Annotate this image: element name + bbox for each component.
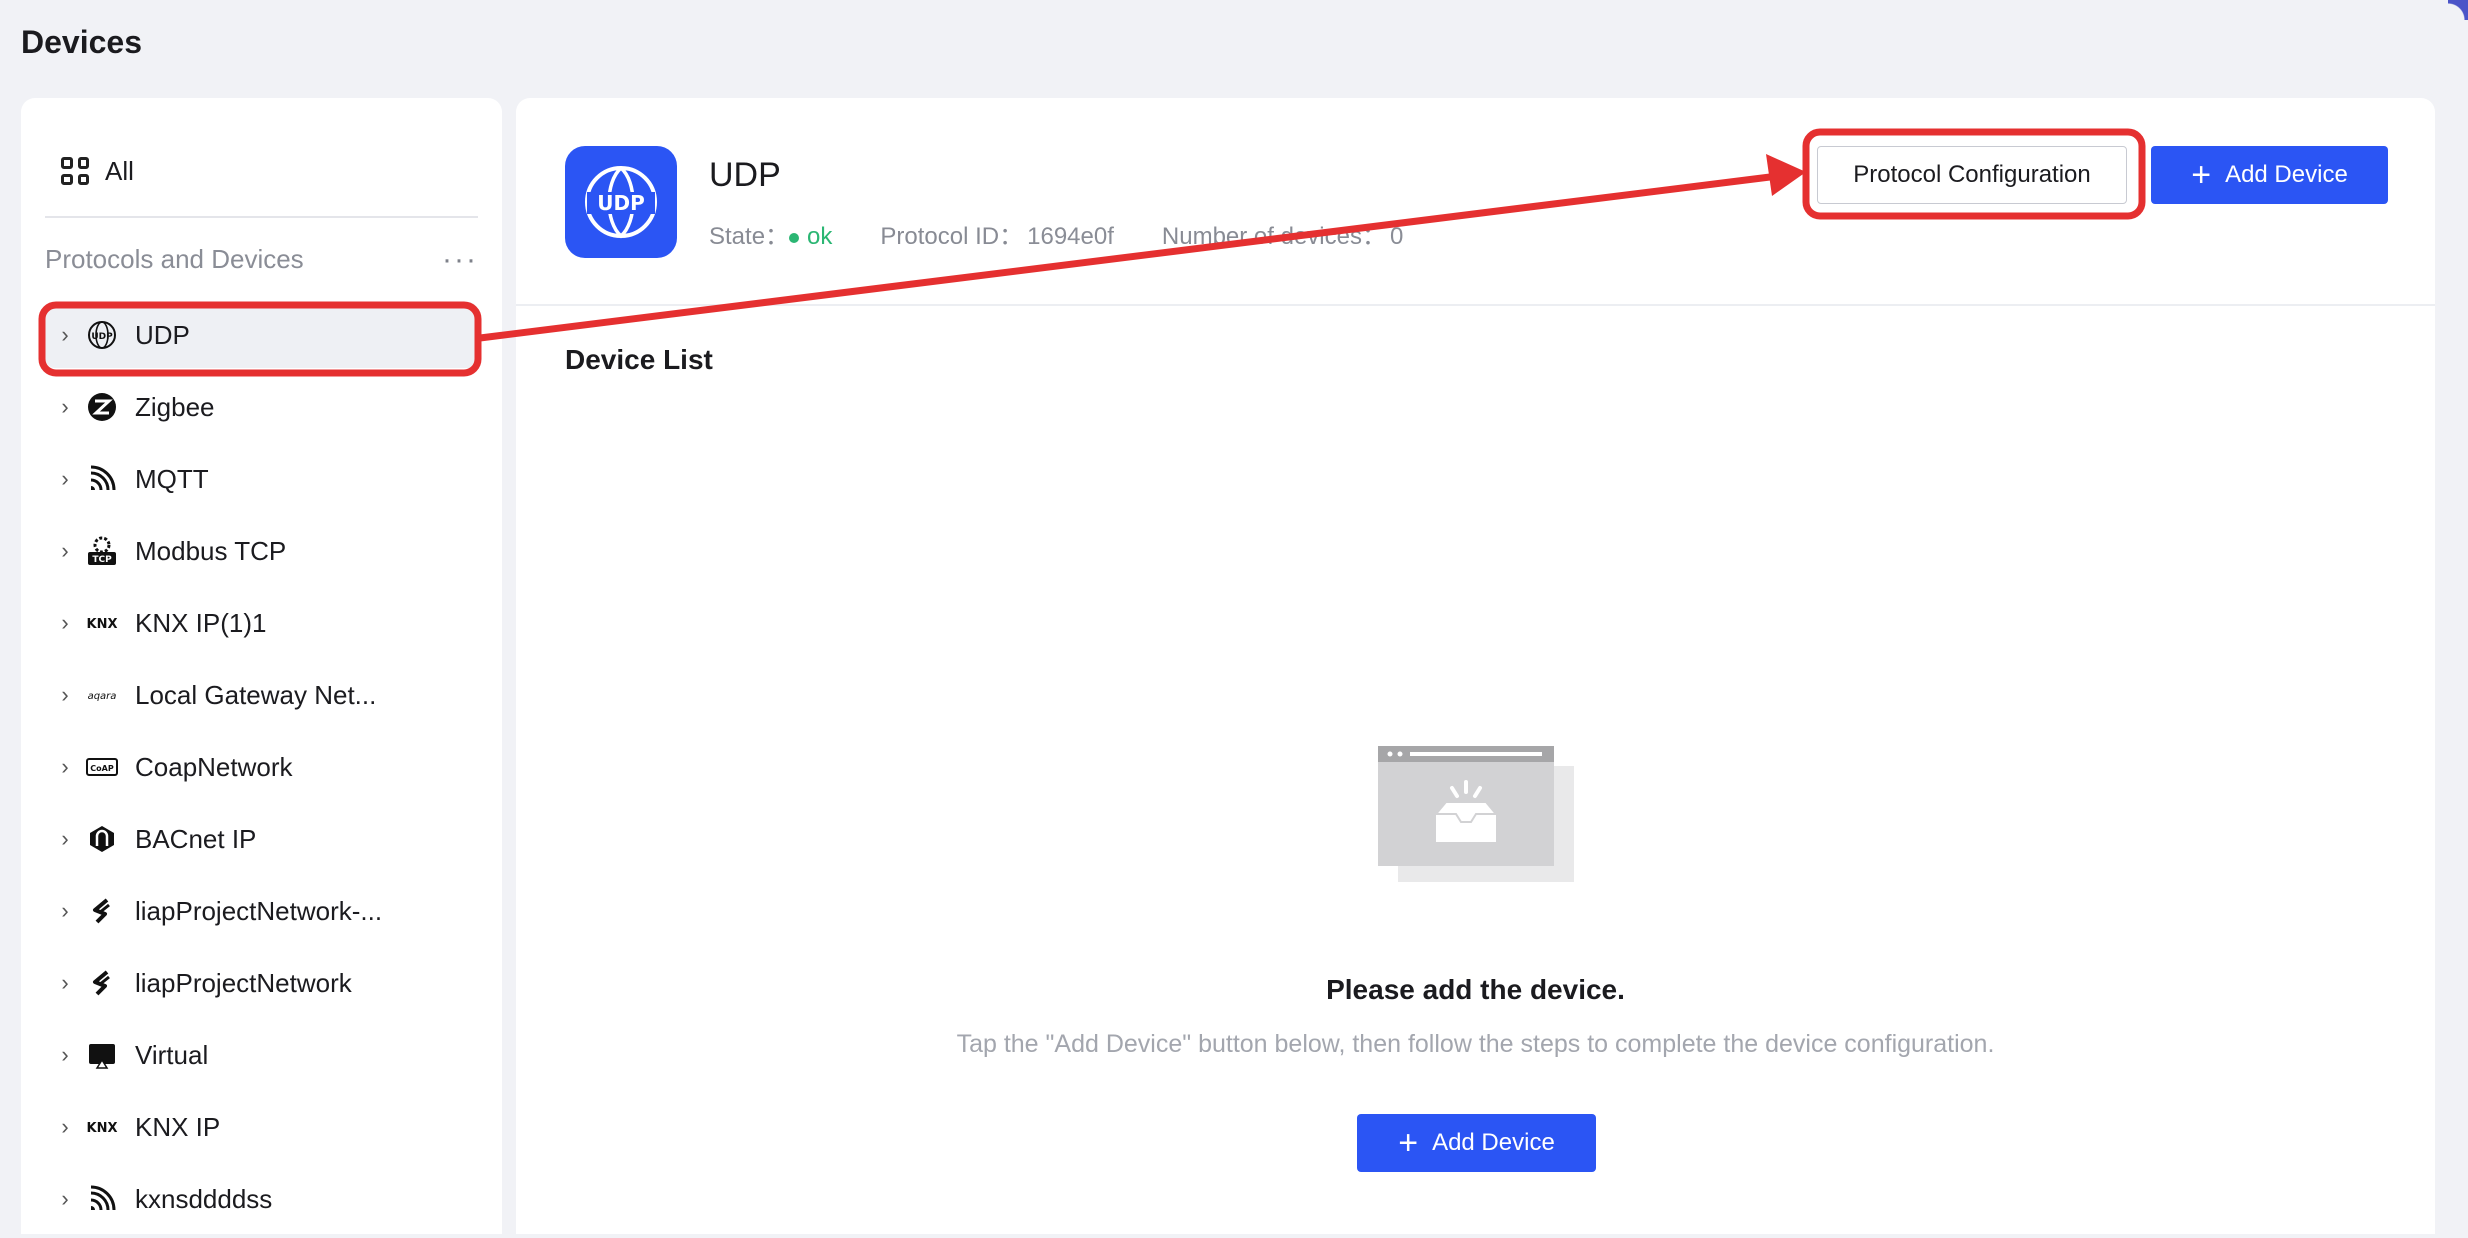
- grid-icon: [61, 157, 89, 185]
- state-label: State：: [709, 223, 790, 250]
- chevron-right-icon[interactable]: ›: [45, 1042, 85, 1068]
- liap-icon: [85, 966, 119, 1000]
- tree-item-knx-ip[interactable]: › KNX KNX IP: [45, 1094, 478, 1160]
- chevron-right-icon[interactable]: ›: [45, 610, 85, 636]
- chevron-right-icon[interactable]: ›: [45, 466, 85, 492]
- bacnet-icon: [85, 822, 119, 856]
- chevron-right-icon[interactable]: ›: [45, 1114, 85, 1140]
- zigbee-icon: [85, 390, 119, 424]
- udp-protocol-icon: UDP: [565, 146, 677, 258]
- add-device-button[interactable]: + Add Device: [2151, 146, 2388, 204]
- sidebar: All Protocols and Devices ··· › UDP UDP …: [21, 98, 502, 1234]
- virtual-icon: [85, 1038, 119, 1072]
- device-count-label: Number of devices：: [1161, 223, 1386, 250]
- device-count-value: 0: [1389, 223, 1404, 250]
- section-header: Protocols and Devices ···: [45, 244, 478, 275]
- page-title: Devices: [21, 24, 142, 60]
- protocol-title: UDP: [709, 156, 781, 194]
- plus-icon: +: [1398, 1124, 1419, 1162]
- tree-item-label: Modbus TCP: [135, 535, 287, 566]
- tree-item-coapnetwork[interactable]: › CoAP CoapNetwork: [45, 734, 478, 800]
- protocol-configuration-button[interactable]: Protocol Configuration: [1817, 146, 2127, 204]
- sidebar-divider: [45, 216, 478, 218]
- tree-item-knx-ip-1-1[interactable]: › KNX KNX IP(1)1: [45, 590, 478, 656]
- chevron-right-icon[interactable]: ›: [45, 682, 85, 708]
- tree-item-label: Zigbee: [135, 391, 215, 422]
- chevron-right-icon[interactable]: ›: [45, 322, 85, 348]
- tree-item-label: liapProjectNetwork: [135, 967, 352, 998]
- aqara-icon: aqara: [85, 678, 119, 712]
- svg-text:aqara: aqara: [88, 691, 117, 702]
- all-label: All: [105, 155, 134, 186]
- tree-item-modbus-tcp[interactable]: › TCP Modbus TCP: [45, 518, 478, 584]
- svg-text:TCP: TCP: [92, 555, 112, 565]
- protocol-meta: State： ok Protocol ID： 1694e0f Number of d…: [709, 216, 1403, 251]
- tree-item-bacnet-ip[interactable]: › BACnet IP: [45, 806, 478, 872]
- tree-item-zigbee[interactable]: › Zigbee: [45, 374, 478, 440]
- protocol-id-value: 1694e0f: [1027, 223, 1114, 250]
- plus-icon: +: [2191, 156, 2212, 194]
- state-field: State： ok: [709, 216, 832, 251]
- svg-text:UDP: UDP: [91, 332, 113, 342]
- tree-item-label: Local Gateway Net...: [135, 679, 377, 710]
- protocol-id-label: Protocol ID：: [880, 223, 1024, 250]
- tree-item-label: Virtual: [135, 1039, 209, 1070]
- header-divider: [516, 304, 2435, 306]
- tree-item-label: BACnet IP: [135, 823, 257, 854]
- liap-icon: [85, 894, 119, 928]
- tree-item-mqtt[interactable]: › MQTT: [45, 446, 478, 512]
- tree-item-label: KNX IP: [135, 1111, 221, 1142]
- main-panel: UDP UDP State： ok Protocol ID： 1694e0f Num…: [516, 98, 2435, 1234]
- tree-item-label: CoapNetwork: [135, 751, 293, 782]
- coap-icon: CoAP: [85, 750, 119, 784]
- device-count-field: Number of devices： 0: [1162, 216, 1403, 251]
- sidebar-item-all[interactable]: All: [61, 146, 134, 196]
- corner-accent: [2448, 0, 2468, 20]
- add-device-label: Add Device: [2225, 161, 2348, 188]
- udp-globe-icon: UDP: [85, 318, 119, 352]
- knx-icon: KNX: [85, 606, 119, 640]
- device-list-title: Device List: [565, 344, 713, 375]
- knx-icon: KNX: [85, 1110, 119, 1144]
- empty-state-title: Please add the device.: [1326, 974, 1625, 1005]
- chevron-right-icon[interactable]: ›: [45, 754, 85, 780]
- svg-text:KNX: KNX: [87, 617, 118, 632]
- tree-item-label: UDP: [135, 319, 190, 350]
- protocol-id-field: Protocol ID： 1694e0f: [880, 216, 1113, 251]
- mqtt-icon: [85, 1182, 119, 1216]
- mqtt-icon: [85, 462, 119, 496]
- chevron-right-icon[interactable]: ›: [45, 970, 85, 996]
- tree-item-label: kxnsddddss: [135, 1183, 273, 1214]
- modbus-tcp-icon: TCP: [85, 534, 119, 568]
- protocol-tree: › UDP UDP › Zigbee › MQTT › TCP Modbus T…: [45, 302, 478, 1238]
- section-title: Protocols and Devices: [45, 244, 304, 274]
- tree-item-label: KNX IP(1)1: [135, 607, 267, 638]
- chevron-right-icon[interactable]: ›: [45, 394, 85, 420]
- svg-text:CoAP: CoAP: [90, 764, 114, 773]
- tree-item-liapprojectnetwork-dash[interactable]: › liapProjectNetwork-...: [45, 878, 478, 944]
- chevron-right-icon[interactable]: ›: [45, 898, 85, 924]
- svg-text:KNX: KNX: [87, 1121, 118, 1136]
- tree-item-label: MQTT: [135, 463, 209, 494]
- chevron-right-icon[interactable]: ›: [45, 826, 85, 852]
- tree-item-virtual[interactable]: › Virtual: [45, 1022, 478, 1088]
- empty-state-description: Tap the "Add Device" button below, then …: [956, 1030, 1995, 1058]
- tree-item-label: liapProjectNetwork-...: [135, 895, 383, 926]
- tree-item-udp[interactable]: › UDP UDP: [45, 302, 478, 368]
- empty-inbox-icon: [1378, 746, 1578, 886]
- chevron-right-icon[interactable]: ›: [45, 1186, 85, 1212]
- empty-add-device-button[interactable]: + Add Device: [1357, 1114, 1596, 1172]
- state-value: ok: [789, 223, 832, 250]
- more-icon[interactable]: ···: [442, 244, 478, 275]
- add-device-label: Add Device: [1432, 1129, 1555, 1156]
- tree-item-liapprojectnetwork[interactable]: › liapProjectNetwork: [45, 950, 478, 1016]
- svg-text:UDP: UDP: [597, 191, 645, 215]
- chevron-right-icon[interactable]: ›: [45, 538, 85, 564]
- tree-item-local-gateway-network[interactable]: › aqara Local Gateway Net...: [45, 662, 478, 728]
- tree-item-kxnsddddss[interactable]: › kxnsddddss: [45, 1166, 478, 1232]
